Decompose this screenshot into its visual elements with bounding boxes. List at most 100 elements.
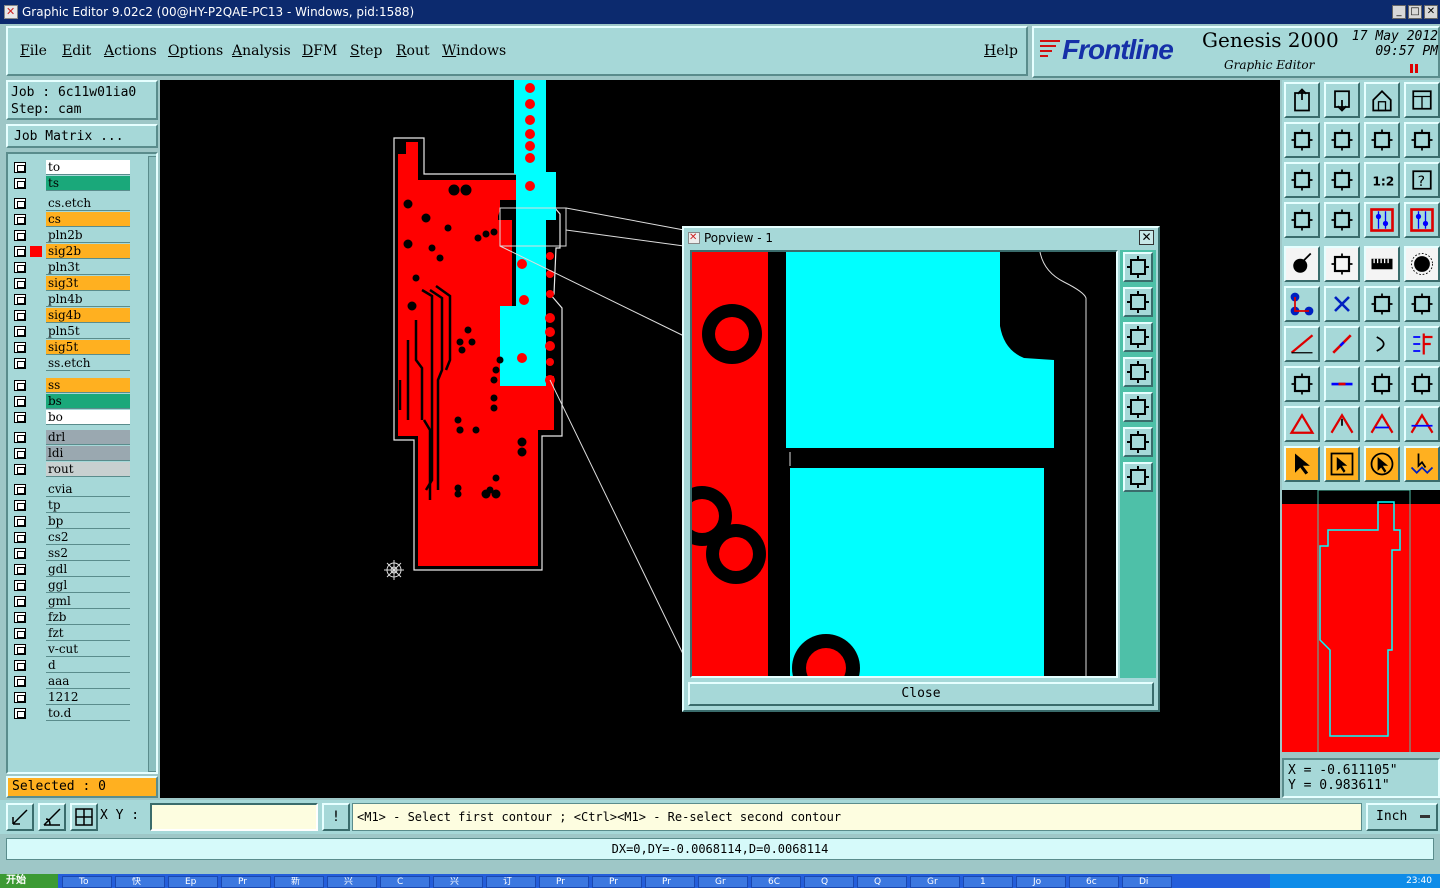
layer-row[interactable]: ldi — [12, 446, 132, 461]
taskbar-item[interactable]: Pr — [592, 876, 642, 888]
layer-row[interactable]: pln4b — [12, 292, 132, 307]
layer-checkbox[interactable] — [14, 580, 26, 591]
slope-icon[interactable] — [1284, 326, 1320, 362]
layer-row[interactable]: sig4b — [12, 308, 132, 323]
zoom-all-icon[interactable] — [1324, 162, 1360, 198]
layer-name[interactable]: ss.etch — [46, 356, 130, 371]
split-icon[interactable] — [1404, 326, 1440, 362]
layer-checkbox[interactable] — [14, 500, 26, 511]
layer-checkbox[interactable] — [14, 380, 26, 391]
layer-scrollbar[interactable] — [148, 156, 156, 772]
menu-file[interactable]: File — [20, 43, 47, 59]
layer-checkbox[interactable] — [14, 358, 26, 369]
layer-name[interactable]: gml — [46, 594, 130, 609]
taskbar-item[interactable]: Gr — [698, 876, 748, 888]
layer-checkbox[interactable] — [14, 310, 26, 321]
menu-edit[interactable]: Edit — [62, 43, 91, 59]
layer-checkbox[interactable] — [14, 246, 26, 257]
fit-icon[interactable] — [1284, 162, 1320, 198]
cut-line-icon[interactable] — [1324, 326, 1360, 362]
info-button[interactable]: ! — [322, 803, 350, 831]
delete-node-icon[interactable] — [1324, 286, 1360, 322]
layer-row[interactable]: ggl — [12, 578, 132, 593]
layer-row[interactable]: gml — [12, 594, 132, 609]
connect-icon[interactable] — [1404, 366, 1440, 402]
popview-close-button[interactable]: Close — [688, 682, 1154, 706]
layer-row[interactable]: drl — [12, 430, 132, 445]
layer-name[interactable]: pln2b — [46, 228, 130, 243]
layer-row[interactable]: ss2 — [12, 546, 132, 561]
node-icon[interactable] — [1284, 286, 1320, 322]
layer-checkbox[interactable] — [14, 262, 26, 273]
layer-name[interactable]: sig5t — [46, 340, 130, 355]
zoom-left-icon[interactable] — [1284, 122, 1320, 158]
layer-checkbox[interactable] — [14, 532, 26, 543]
layer-row[interactable]: cs2 — [12, 530, 132, 545]
zoom-right-icon[interactable] — [1324, 122, 1360, 158]
pv-zoom-in-icon[interactable] — [1123, 252, 1153, 282]
point-icon[interactable] — [1284, 246, 1320, 282]
layer-row[interactable]: pln3t — [12, 260, 132, 275]
layer-checkbox[interactable] — [14, 692, 26, 703]
overview-map[interactable] — [1282, 490, 1440, 752]
open-icon[interactable] — [1284, 82, 1320, 118]
layer-checkbox[interactable] — [14, 660, 26, 671]
xy-input[interactable] — [150, 803, 318, 831]
taskbar-item[interactable]: 兴 — [433, 876, 483, 888]
layer-name[interactable]: sig2b — [46, 244, 130, 259]
layer-color-swatch[interactable] — [30, 246, 42, 257]
layer-row[interactable]: fzt — [12, 626, 132, 641]
popview-canvas[interactable] — [690, 250, 1118, 678]
layer-name[interactable]: rout — [46, 462, 130, 477]
line-add-icon[interactable] — [1324, 246, 1360, 282]
layer-name[interactable]: drl — [46, 430, 130, 445]
layer-checkbox[interactable] — [14, 644, 26, 655]
layer-checkbox[interactable] — [14, 484, 26, 495]
menu-help[interactable]: Help — [984, 43, 1018, 59]
dimension-icon[interactable] — [1364, 366, 1400, 402]
layer-row[interactable]: rout — [12, 462, 132, 477]
select-chain-icon[interactable] — [1404, 446, 1440, 482]
layer-name[interactable]: ss2 — [46, 546, 130, 561]
undo-zoom-icon[interactable] — [1364, 122, 1400, 158]
pv-zoom-right-icon[interactable] — [1123, 392, 1153, 422]
taskbar-item[interactable]: Ep — [168, 876, 218, 888]
select-pointer-icon[interactable] — [1284, 446, 1320, 482]
layer-name[interactable]: bo — [46, 410, 130, 425]
layer-checkbox[interactable] — [14, 412, 26, 423]
ruler-icon[interactable] — [1364, 246, 1400, 282]
layer-row[interactable]: bp — [12, 514, 132, 529]
layer-checkbox[interactable] — [14, 448, 26, 459]
pv-fit-icon[interactable] — [1123, 427, 1153, 457]
layer-checkbox[interactable] — [14, 676, 26, 687]
layer-row[interactable]: cs.etch — [12, 196, 132, 211]
layer-name[interactable]: fzb — [46, 610, 130, 625]
arc-icon[interactable] — [1364, 326, 1400, 362]
job-matrix-button[interactable]: Job Matrix ... — [6, 124, 158, 148]
menu-actions[interactable]: Actions — [104, 43, 157, 59]
snap-icon[interactable] — [6, 803, 34, 831]
layer-row[interactable]: bs — [12, 394, 132, 409]
taskbar-item[interactable]: C — [380, 876, 430, 888]
snap-pad-icon[interactable] — [1284, 366, 1320, 402]
layer-name[interactable]: to.d — [46, 706, 130, 721]
select-rotate-icon[interactable] — [1364, 446, 1400, 482]
move-node-icon[interactable] — [1404, 286, 1440, 322]
triangle-up-icon[interactable] — [1324, 406, 1360, 442]
pv-zoom-left-icon[interactable] — [1123, 357, 1153, 387]
layer-name[interactable]: bp — [46, 514, 130, 529]
layer-row[interactable]: v-cut — [12, 642, 132, 657]
taskbar-item[interactable]: Q — [857, 876, 907, 888]
layer-row[interactable]: sig3t — [12, 276, 132, 291]
arrow-node-icon[interactable] — [1364, 286, 1400, 322]
units-select[interactable]: Inch — [1366, 803, 1438, 831]
layer-name[interactable]: ggl — [46, 578, 130, 593]
layer-name[interactable]: pln3t — [46, 260, 130, 275]
layer-checkbox[interactable] — [14, 464, 26, 475]
layer-name[interactable]: d — [46, 658, 130, 673]
taskbar-item[interactable]: Pr — [221, 876, 271, 888]
layer-row[interactable]: sig2b — [12, 244, 132, 259]
layer-checkbox[interactable] — [14, 596, 26, 607]
layer-row[interactable]: cs — [12, 212, 132, 227]
layer-name[interactable]: sig4b — [46, 308, 130, 323]
